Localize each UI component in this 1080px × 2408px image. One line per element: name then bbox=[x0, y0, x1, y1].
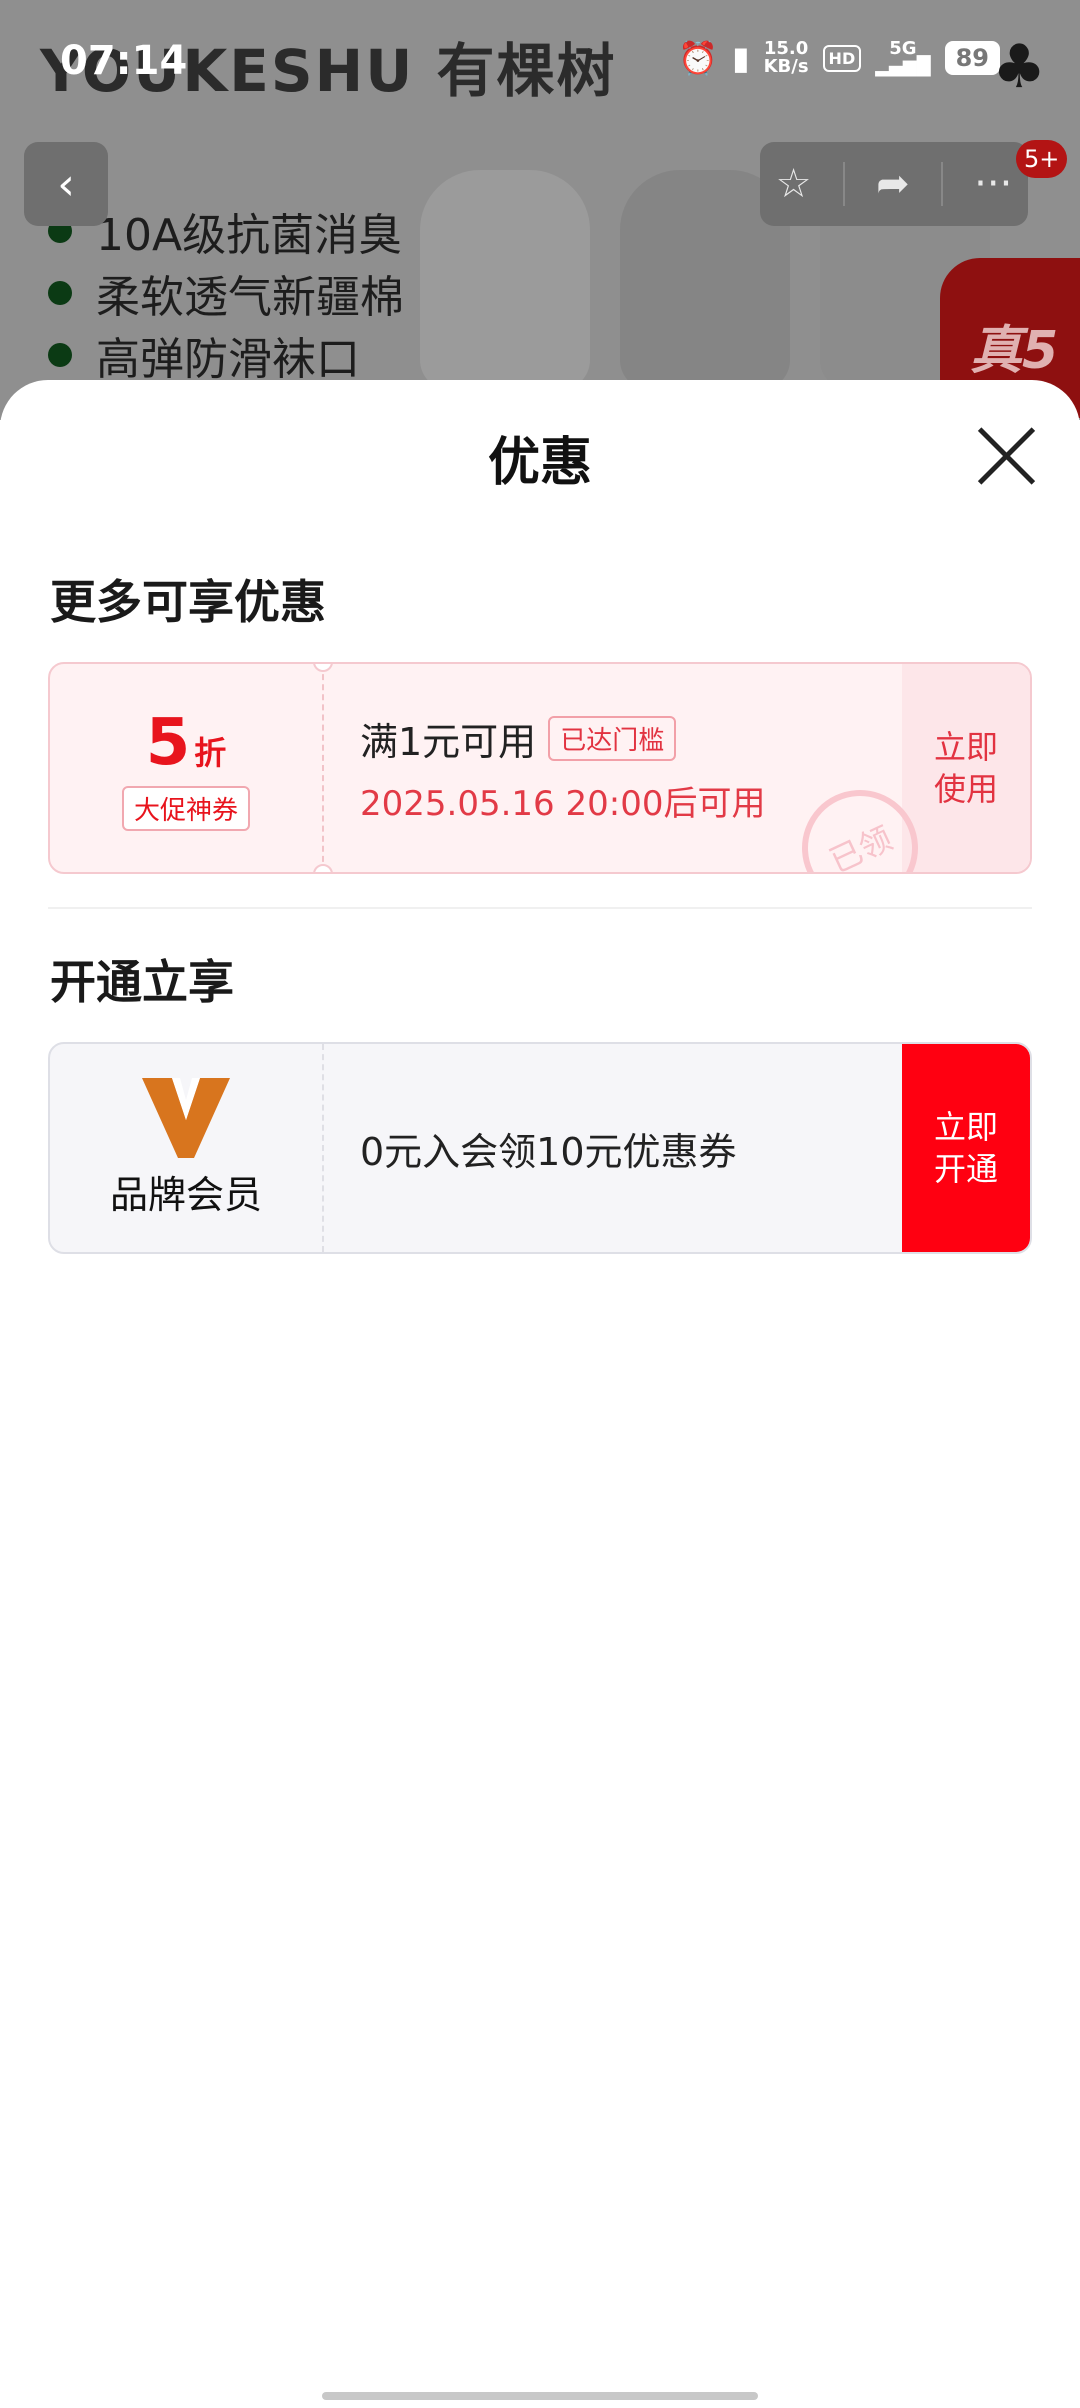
hd-icon: HD bbox=[822, 44, 862, 72]
section-divider bbox=[48, 907, 1032, 909]
discount-value: 5折 bbox=[145, 705, 227, 780]
coupon-card-sale: 5折 大促神券 满1元可用 已达门槛 2025.05.16 20:00后可用 已… bbox=[48, 662, 1032, 874]
signal-icon: 5G ▂▄▆█ bbox=[875, 38, 931, 77]
divider bbox=[940, 162, 943, 206]
share-icon[interactable]: ➦ bbox=[876, 161, 910, 207]
coupon-condition: 满1元可用 bbox=[360, 720, 537, 764]
open-membership-button[interactable]: 立即 开通 bbox=[902, 1044, 1030, 1252]
sheet-title: 优惠 bbox=[487, 433, 592, 493]
message-count-badge: 5+ bbox=[1016, 140, 1068, 178]
divider bbox=[842, 162, 845, 206]
coupon-value-area: 5折 大促神券 bbox=[50, 664, 333, 872]
membership-logo-area: 品牌会员 bbox=[50, 1044, 324, 1252]
v-logo-icon bbox=[142, 1077, 230, 1158]
close-icon[interactable] bbox=[974, 424, 1038, 488]
vibrate-icon: ▮ bbox=[731, 39, 750, 77]
chevron-left-icon: ‹ bbox=[57, 158, 75, 210]
coupon-details: 满1元可用 已达门槛 2025.05.16 20:00后可用 已领 bbox=[324, 664, 938, 872]
section-title-more-discounts: 更多可享优惠 bbox=[50, 575, 326, 629]
more-icon[interactable]: ··· bbox=[974, 161, 1012, 207]
favorite-star-icon[interactable]: ☆ bbox=[776, 161, 812, 207]
membership-benefit: 0元入会领10元优惠券 bbox=[360, 1129, 737, 1174]
home-indicator[interactable] bbox=[322, 2392, 758, 2400]
network-speed: 15.0 KB/s bbox=[763, 38, 809, 77]
status-bar: 07:14 ⏰ ▮ 15.0 KB/s HD 5G ▂▄▆█ 89 ♣ bbox=[0, 0, 1080, 130]
status-icons: ⏰ ▮ 15.0 KB/s HD 5G ▂▄▆█ 89 bbox=[678, 40, 1000, 76]
clock: 07:14 bbox=[60, 38, 188, 84]
product-image-sock bbox=[420, 170, 590, 390]
coupon-type-tag: 大促神券 bbox=[121, 785, 250, 831]
feature-list: 10A级抗菌消臭 柔软透气新疆棉 高弹防滑袜口 bbox=[48, 200, 404, 386]
brand-member-label: 品牌会员 bbox=[109, 1172, 262, 1217]
discount-sheet: 优惠 更多可享优惠 5折 大促神券 满1元可用 已达门槛 2025.05.16 … bbox=[0, 380, 1080, 2408]
threshold-met-chip: 已达门槛 bbox=[548, 716, 677, 761]
use-now-button[interactable]: 立即 使用 bbox=[902, 664, 1030, 872]
club-icon: ♣ bbox=[992, 32, 1046, 102]
feature-item: 高弹防滑袜口 bbox=[48, 324, 404, 386]
coupon-card-membership: 品牌会员 0元入会领10元优惠券 立即 开通 bbox=[48, 1042, 1032, 1254]
nav-actions: ☆ ➦ ··· bbox=[760, 142, 1028, 226]
section-title-membership: 开通立享 bbox=[50, 955, 234, 1009]
bullet-dot bbox=[48, 343, 72, 367]
alarm-icon: ⏰ bbox=[678, 39, 718, 77]
back-button[interactable]: ‹ bbox=[24, 142, 108, 226]
bullet-dot bbox=[48, 281, 72, 305]
membership-details: 0元入会领10元优惠券 bbox=[324, 1044, 902, 1252]
feature-item: 柔软透气新疆棉 bbox=[48, 262, 404, 324]
